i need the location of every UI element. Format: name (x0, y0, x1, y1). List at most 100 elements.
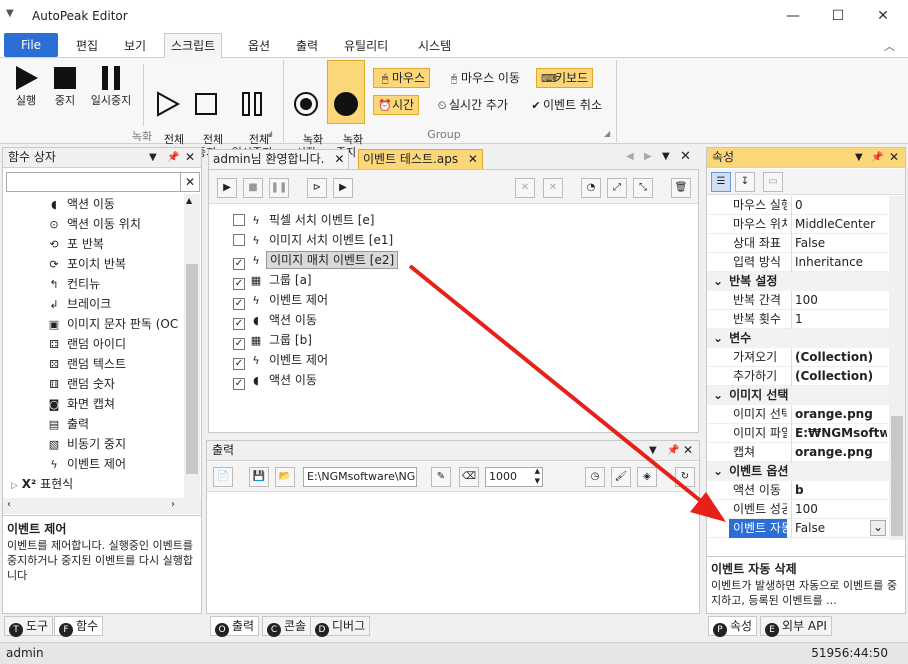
property-value[interactable]: 100 (791, 291, 887, 310)
run-selected-icon[interactable]: ▶ (333, 178, 353, 198)
menu-system[interactable]: 시스템 (412, 36, 457, 56)
property-value[interactable]: (Collection) (791, 348, 887, 367)
script-item[interactable]: ✓ ◖ 액션 이동 (233, 370, 693, 390)
property-category[interactable]: ⌄ 이벤트 옵션 (707, 462, 889, 481)
script-item-checkbox[interactable]: ✓ (233, 318, 245, 330)
script-item-checkbox[interactable]: ✓ (233, 338, 245, 350)
stepper-arrows-icon[interactable]: ▲ ▼ (535, 466, 540, 486)
categorized-icon[interactable]: ☰ (711, 172, 731, 192)
keyboard-toggle[interactable]: ⌨키보드 (536, 68, 594, 88)
brush-icon[interactable]: 🖌 (611, 467, 631, 487)
clear-search-icon[interactable]: ✕ (180, 172, 200, 192)
script-item[interactable]: ✓ ▦ 그룹 [a] (233, 270, 693, 290)
menu-options[interactable]: 옵션 (242, 36, 276, 56)
props-dropdown-icon[interactable]: ▼ (855, 148, 863, 167)
props-close-icon[interactable]: ✕ (889, 148, 899, 167)
function-item[interactable]: ϟ 이벤트 제어 (3, 454, 183, 474)
property-value[interactable]: E:₩NGMsoftware (791, 424, 887, 443)
scroll-up-icon[interactable]: ▲ (186, 196, 192, 205)
script-item-checkbox[interactable] (233, 214, 245, 226)
property-row[interactable]: 이미지 파일 E:₩NGMsoftware (707, 424, 889, 443)
menu-script[interactable]: 스크립트 (164, 33, 223, 58)
category-collapse-icon[interactable]: ⌄ (713, 274, 723, 288)
property-value[interactable]: MiddleCenter (791, 215, 887, 234)
doc-close-icon[interactable]: ✕ (680, 149, 691, 164)
open-folder-icon[interactable]: 📂 (275, 467, 295, 487)
property-row[interactable]: 마우스 위치 MiddleCenter (707, 215, 889, 234)
property-row[interactable]: 이벤트 성공 100 (707, 500, 889, 519)
props-pin-icon[interactable]: 📌 (871, 148, 883, 167)
group-launcher-icon[interactable]: ◢ (266, 129, 272, 138)
function-item[interactable]: ▧ 비동기 중지 (3, 434, 183, 454)
script-item[interactable]: ϟ 픽셀 서치 이벤트 [e] (233, 210, 693, 230)
property-row[interactable]: 캡쳐 orange.png (707, 443, 889, 462)
minimize-button[interactable]: — (770, 4, 816, 28)
collapse-ribbon-icon[interactable]: ︿ (884, 38, 895, 54)
function-item[interactable]: ◖ 액션 이동 (3, 194, 183, 214)
delete-disabled-icon[interactable]: ✕ (515, 178, 535, 198)
expression-category[interactable]: ▷ X² 표현식 (3, 474, 183, 494)
property-category[interactable]: ⌄ 변수 (707, 329, 889, 348)
property-row[interactable]: 가져오기 (Collection) (707, 348, 889, 367)
function-item[interactable]: ⟳ 포이치 반복 (3, 254, 183, 274)
script-item[interactable]: ✓ ϟ 이벤트 제어 (233, 290, 693, 310)
function-item[interactable]: ▣ 이미지 문자 판독 (OC (3, 314, 183, 334)
function-item[interactable]: ↲ 브레이크 (3, 294, 183, 314)
tab-welcome[interactable]: admin님 환영합니다. ✕ (208, 149, 350, 170)
eraser-icon[interactable]: ⌫ (459, 467, 479, 487)
property-value[interactable]: 0 (791, 196, 887, 215)
scrollbar-thumb[interactable] (186, 264, 198, 474)
category-collapse-icon[interactable]: ⌄ (713, 388, 723, 402)
menu-view[interactable]: 보기 (118, 36, 152, 56)
script-item-checkbox[interactable]: ✓ (233, 258, 245, 270)
mouse-toggle[interactable]: 🖱 마우스 (373, 68, 431, 88)
pause-button[interactable]: 일시중지 (86, 64, 136, 107)
refresh-icon[interactable]: ↻ (675, 467, 695, 487)
function-item[interactable]: ↰ 컨티뉴 (3, 274, 183, 294)
scroll-left-icon[interactable]: ‹ (7, 499, 11, 510)
props-scrollbar-thumb[interactable] (891, 416, 903, 536)
function-item[interactable]: ⚄ 랜덤 텍스트 (3, 354, 183, 374)
file-menu[interactable]: File (4, 33, 58, 57)
tab-properties[interactable]: P 속성 (708, 616, 758, 637)
property-value[interactable]: Inheritance (791, 253, 887, 272)
property-value[interactable]: 1 (791, 310, 887, 329)
function-item[interactable]: ⚅ 랜덤 숫자 (3, 374, 183, 394)
property-pages-icon[interactable]: ▭ (763, 172, 783, 192)
property-value[interactable]: False (791, 234, 887, 253)
menu-edit[interactable]: 편집 (70, 36, 104, 56)
tab-event-test[interactable]: 이벤트 테스트.aps ✕ (358, 149, 483, 170)
property-row[interactable]: 마우스 실행 0 (707, 196, 889, 215)
tab-tools[interactable]: T 도구 (4, 616, 54, 637)
property-value[interactable]: (Collection) (791, 367, 887, 386)
close-button[interactable]: ✕ (860, 4, 906, 28)
output-dropdown-icon[interactable]: ▼ (649, 441, 657, 460)
event-cancel-button[interactable]: ✔ 이벤트 취소 (524, 95, 607, 115)
clock-icon[interactable]: ◷ (585, 467, 605, 487)
function-item[interactable]: ⚃ 랜덤 아이디 (3, 334, 183, 354)
menu-output[interactable]: 출력 (290, 36, 324, 56)
script-item[interactable]: ✓ ϟ 이벤트 제어 (233, 350, 693, 370)
property-row[interactable]: 액션 이동 b (707, 481, 889, 500)
sort-alpha-icon[interactable]: ↧ (735, 172, 755, 192)
script-item-checkbox[interactable]: ✓ (233, 278, 245, 290)
pause-script-icon[interactable]: ❚❚ (269, 178, 289, 198)
menu-utility[interactable]: 유틸리티 (338, 36, 394, 56)
property-dropdown-icon[interactable]: ⌄ (870, 520, 886, 536)
tab-console[interactable]: C 콘솔 (262, 616, 312, 637)
time-toggle[interactable]: ⏰시간 (373, 95, 420, 115)
output-path-input[interactable]: E:\NGMsoftware\NG (303, 467, 417, 487)
property-value[interactable]: 100 (791, 500, 887, 519)
maximize-button[interactable]: ☐ (815, 4, 861, 28)
app-menu-icon[interactable]: ▼ (6, 8, 14, 19)
trash-icon[interactable]: 🗑 (671, 178, 691, 198)
realtime-add-button[interactable]: ⏲ 실시간 추가 (430, 95, 513, 115)
tab-debug[interactable]: D 디버그 (310, 616, 371, 637)
property-row[interactable]: 상대 좌표 False (707, 234, 889, 253)
delete-all-disabled-icon[interactable]: ✕ (543, 178, 563, 198)
script-item-checkbox[interactable]: ✓ (233, 378, 245, 390)
output-close-icon[interactable]: ✕ (683, 441, 693, 460)
script-item-checkbox[interactable]: ✓ (233, 358, 245, 370)
pin-icon[interactable]: 📌 (167, 148, 179, 167)
property-row[interactable]: 추가하기 (Collection) (707, 367, 889, 386)
